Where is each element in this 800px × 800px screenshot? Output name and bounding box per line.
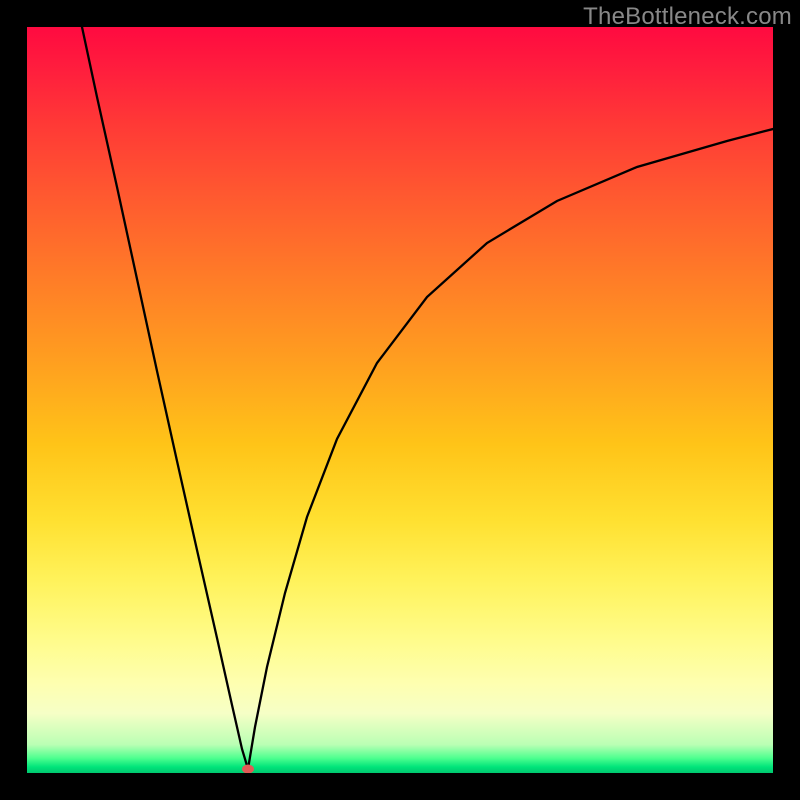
minimum-marker (242, 765, 254, 774)
curve-left-branch (82, 27, 248, 769)
curve-right-branch (248, 129, 773, 769)
bottleneck-curve (27, 27, 773, 773)
plot-area (27, 27, 773, 773)
chart-frame: TheBottleneck.com (0, 0, 800, 800)
